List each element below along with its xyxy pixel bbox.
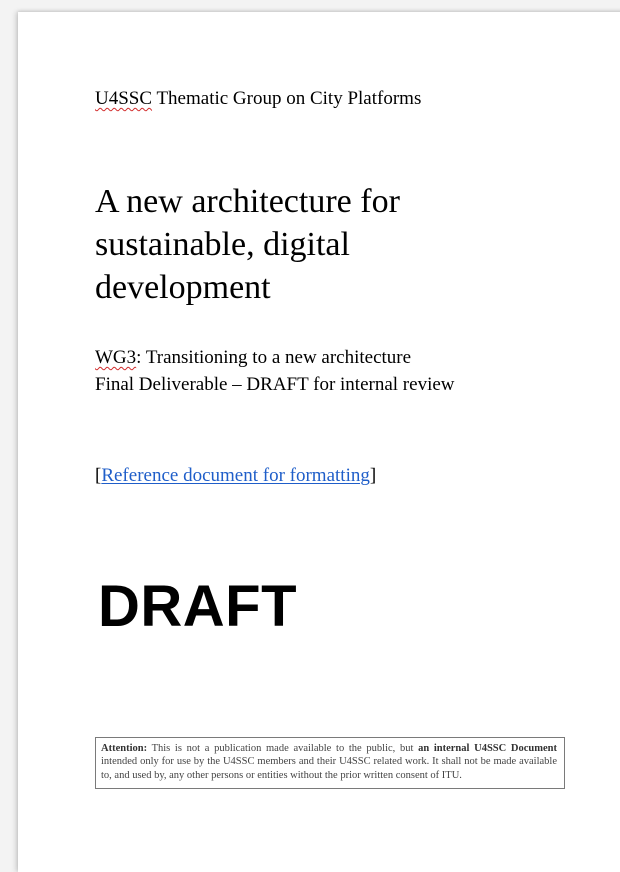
notice-text-part-2: intended only for use by the U4SSC membe… xyxy=(101,756,557,781)
close-bracket: ] xyxy=(369,465,377,486)
document-page: U4SSC Thematic Group on City Platforms A… xyxy=(18,12,620,872)
notice-bold-text: an internal U4SSC Document xyxy=(418,743,557,754)
draft-watermark: DRAFT xyxy=(98,574,298,639)
attention-notice-box: Attention: This is not a publication mad… xyxy=(95,737,565,790)
working-group-id: WG3 xyxy=(95,347,137,368)
group-acronym: U4SSC xyxy=(95,88,153,109)
deliverable-line: Final Deliverable – DRAFT for internal r… xyxy=(95,374,455,395)
group-name: Thematic Group on City Platforms xyxy=(152,88,422,109)
document-title: A new architecture for sustainable, digi… xyxy=(95,183,400,306)
reference-line: [Reference document for formatting] xyxy=(95,465,376,487)
working-group-name: : Transitioning to a new architecture xyxy=(136,347,412,368)
thematic-group-line: U4SSC Thematic Group on City Platforms xyxy=(95,88,421,110)
subtitle-block: WG3: Transitioning to a new architecture… xyxy=(95,344,455,398)
attention-label: Attention: xyxy=(101,743,148,754)
working-group-line: WG3: Transitioning to a new architecture xyxy=(95,344,455,371)
reference-link[interactable]: Reference document for formatting xyxy=(101,465,370,486)
notice-text-part-1: This is not a publication made available… xyxy=(147,743,419,754)
